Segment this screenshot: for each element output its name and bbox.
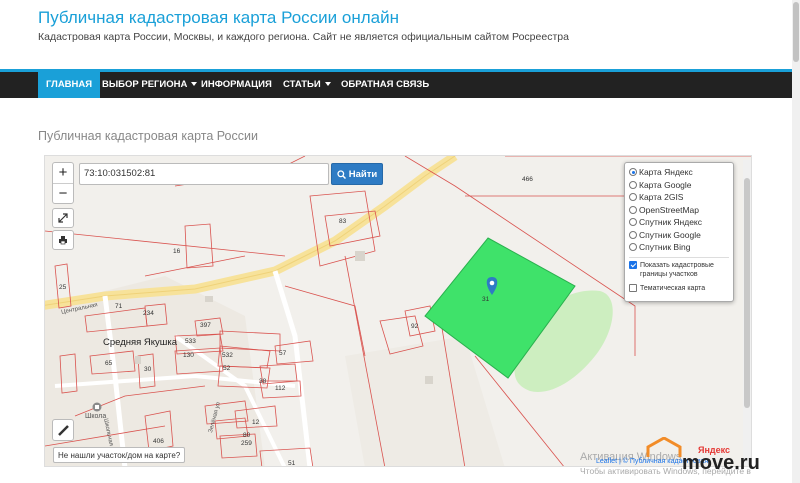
map-scrollbar[interactable] [743,160,751,465]
chevron-down-icon [324,82,331,87]
layer-option[interactable]: Спутник Bing [629,241,729,254]
layer-label: Спутник Яндекс [639,217,702,228]
layer-label: Спутник Bing [639,242,691,253]
zoom-control: + − [52,162,74,204]
nav-region-label: ВЫБОР РЕГИОНА [102,79,188,90]
parcel-label: 65 [105,360,113,367]
print-button[interactable] [52,230,74,250]
parcel-label: 532 [222,352,233,359]
layer-option[interactable]: Карта Яндекс [629,166,729,179]
layer-label: Спутник Google [639,229,701,240]
search-icon [337,169,346,179]
move-ru-watermark: move.ru [682,452,760,474]
thematic-label: Тематическая карта [640,284,706,292]
layer-option[interactable]: OpenStreetMap [629,204,729,217]
page-scrollbar[interactable] [792,0,800,483]
expand-icon [58,213,68,223]
radio[interactable] [629,180,637,189]
nav-feedback[interactable]: ОБРАТНАЯ СВЯЗЬ [333,72,437,98]
parcel-label: 533 [185,338,196,345]
checkbox[interactable] [629,283,637,292]
parcel-label: 71 [115,303,123,310]
radio-selected[interactable] [629,168,637,177]
village-label: Средняя Якушка [103,337,178,348]
not-found-link[interactable]: Не нашли участок/дом на карте? [53,447,186,463]
zoom-in-button[interactable]: + [53,163,73,183]
nav-articles-label: СТАТЬИ [283,79,321,90]
page-scrollbar-thumb[interactable] [793,2,799,62]
parcel-label: 259 [241,440,252,447]
layer-option[interactable]: Карта Google [629,179,729,192]
parcel-label: 130 [183,352,194,359]
parcel-label: 52 [223,365,231,372]
layer-label: OpenStreetMap [639,204,700,215]
nav-home-label: ГЛАВНАЯ [46,79,93,90]
nav-articles[interactable]: СТАТЬИ [275,72,339,98]
parcel-label: 12 [252,419,260,426]
checkbox-checked[interactable] [629,260,637,269]
layer-option[interactable]: Спутник Яндекс [629,216,729,229]
nav-info[interactable]: ИНФОРМАЦИЯ [193,72,280,98]
layer-option[interactable]: Карта 2GIS [629,191,729,204]
nav-info-label: ИНФОРМАЦИЯ [201,79,272,90]
parcel-label: 38 [259,378,267,385]
parcel-label: 30 [144,366,152,373]
ruler-icon [57,424,69,436]
house-icon [646,437,682,457]
parcel-label: 112 [275,385,286,392]
radio[interactable] [629,243,637,252]
parcel-label: 31 [482,296,490,303]
radio[interactable] [629,193,637,202]
cadastral-map[interactable]: 466 83 92 71 234 397 533 532 130 52 65 5… [44,155,752,467]
fullscreen-button[interactable] [52,208,74,228]
layer-label: Карта 2GIS [639,192,684,203]
page-title: Публичная кадастровая карта России [38,129,258,143]
search-button[interactable]: Найти [331,163,383,185]
scrollbar-thumb[interactable] [744,178,750,408]
parcel-label: 25 [59,284,67,291]
site-header: Публичная кадастровая карта России онлай… [0,0,792,70]
nav-feedback-label: ОБРАТНАЯ СВЯЗЬ [341,79,430,90]
parcel-label: 466 [522,176,533,183]
parcel-label: 234 [143,310,154,317]
zoom-out-button[interactable]: − [53,183,73,203]
parcel-label: 80 [243,432,251,439]
parcel-label: 51 [288,460,296,467]
layer-option[interactable]: Спутник Google [629,229,729,242]
parcel-label: 397 [200,322,211,329]
layer-label: Карта Google [639,179,692,190]
site-tagline: Кадастровая карта России, Москвы, и кажд… [38,31,569,43]
ruler-button[interactable] [52,419,74,441]
parcel-label: 16 [173,248,181,255]
radio[interactable] [629,230,637,239]
divider [629,256,729,258]
main-navbar: ГЛАВНАЯ ВЫБОР РЕГИОНА ИНФОРМАЦИЯ СТАТЬИ … [0,69,792,98]
cadastral-search-input[interactable]: 73:10:031502:81 [79,163,329,185]
show-borders-option[interactable]: Показать кадастровые границы участков [629,260,729,279]
nav-home[interactable]: ГЛАВНАЯ [38,72,101,98]
parcel-label: 92 [411,323,419,330]
show-borders-label: Показать кадастровые границы участков [640,261,714,278]
nav-region[interactable]: ВЫБОР РЕГИОНА [94,72,205,98]
site-title[interactable]: Публичная кадастровая карта России онлай… [38,8,399,28]
search-button-label: Найти [348,168,378,180]
radio[interactable] [629,218,637,227]
print-icon [59,236,67,245]
parcel-label: 57 [279,350,287,357]
thematic-option[interactable]: Тематическая карта [629,283,729,293]
layer-label: Карта Яндекс [639,167,693,178]
parcel-label: 83 [339,218,347,225]
radio[interactable] [629,205,637,214]
school-icon [92,402,102,412]
parcel-label: 406 [153,438,164,445]
layer-switcher: Карта Яндекс Карта Google Карта 2GIS Ope… [624,162,734,302]
